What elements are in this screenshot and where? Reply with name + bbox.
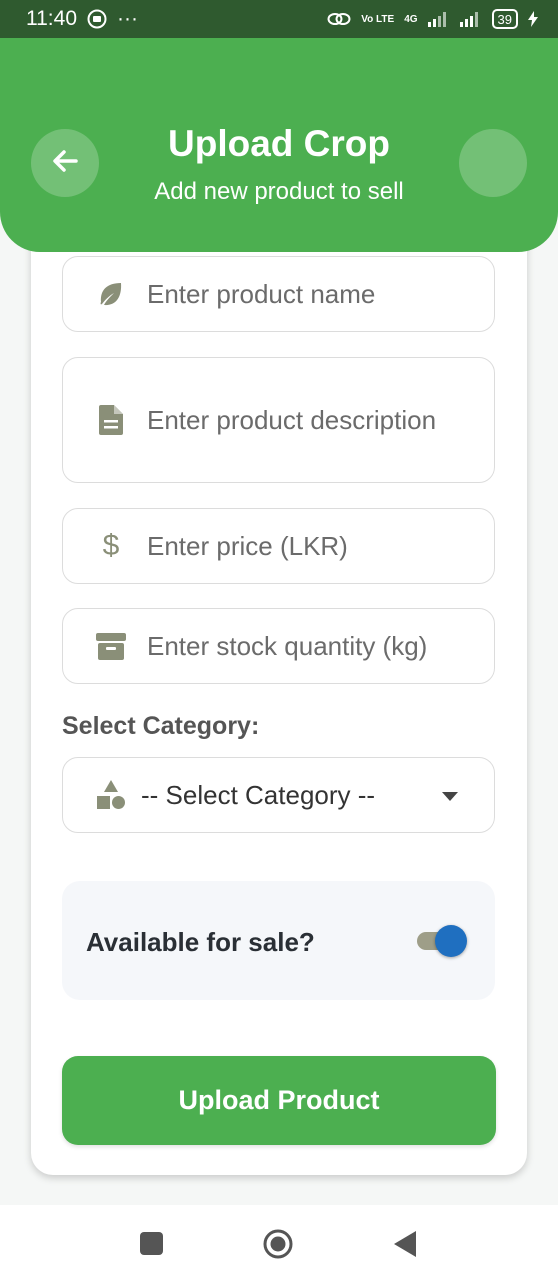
back-nav-button[interactable] bbox=[394, 1231, 416, 1262]
link-icon bbox=[327, 11, 351, 27]
form-card bbox=[31, 200, 527, 1175]
dollar-icon: $ bbox=[102, 529, 120, 562]
media-icon bbox=[87, 9, 107, 29]
home-button[interactable] bbox=[263, 1229, 293, 1264]
price-field[interactable]: $ Enter price (LKR) bbox=[62, 508, 495, 584]
battery-icon: 39 bbox=[491, 9, 518, 29]
availability-label: Available for sale? bbox=[86, 927, 315, 957]
availability-row: Available for sale? bbox=[62, 881, 495, 1000]
availability-toggle[interactable] bbox=[417, 925, 467, 957]
category-selected-value: -- Select Category -- bbox=[141, 779, 376, 810]
category-dropdown[interactable]: -- Select Category -- bbox=[62, 757, 495, 833]
status-time: 11:40 bbox=[26, 7, 77, 30]
signal-icon bbox=[459, 11, 482, 27]
charging-icon bbox=[528, 11, 538, 27]
system-nav-bar bbox=[0, 1205, 558, 1280]
volte-icon: Vo LTE bbox=[361, 13, 395, 25]
product-description-field[interactable]: Enter product description bbox=[62, 357, 495, 483]
price-placeholder: Enter price (LKR) bbox=[147, 530, 348, 561]
upload-product-button[interactable]: Upload Product bbox=[62, 1056, 496, 1145]
category-label: Select Category: bbox=[62, 712, 260, 740]
shapes-icon bbox=[91, 779, 131, 811]
battery-level: 39 bbox=[497, 11, 512, 27]
product-name-field[interactable]: Enter product name bbox=[62, 256, 495, 332]
archive-box-icon bbox=[91, 631, 131, 661]
leaf-icon bbox=[91, 280, 131, 308]
more-notifications-icon: ··· bbox=[117, 7, 138, 30]
network-type: 4G bbox=[404, 13, 418, 25]
status-bar: 11:40 ··· Vo LTE 4G 39 bbox=[0, 0, 558, 38]
recent-apps-button[interactable] bbox=[140, 1232, 163, 1260]
signal-icon bbox=[427, 11, 450, 27]
stock-quantity-placeholder: Enter stock quantity (kg) bbox=[147, 630, 428, 661]
chevron-down-icon bbox=[442, 792, 458, 801]
product-description-placeholder: Enter product description bbox=[147, 404, 437, 435]
product-name-placeholder: Enter product name bbox=[147, 278, 376, 309]
stock-quantity-field[interactable]: Enter stock quantity (kg) bbox=[62, 608, 495, 684]
header-decoration bbox=[459, 129, 527, 197]
document-icon bbox=[91, 405, 131, 435]
page-header: Upload Crop Add new product to sell bbox=[0, 38, 558, 252]
toggle-thumb bbox=[435, 925, 467, 957]
